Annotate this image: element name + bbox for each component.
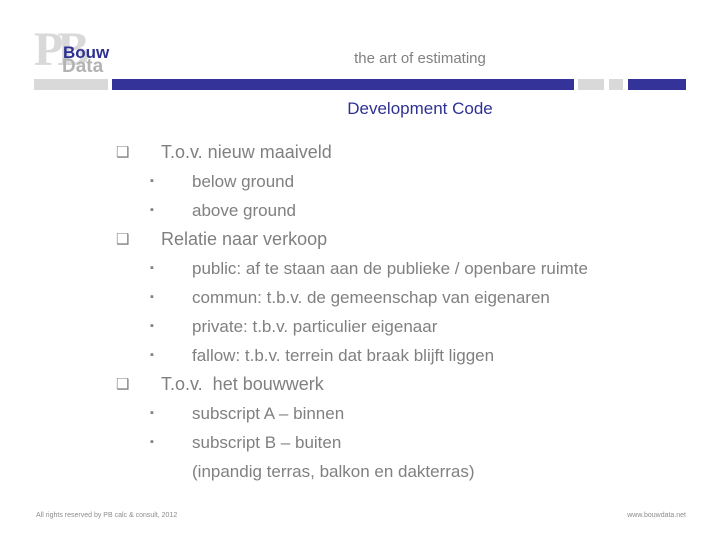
list-item-label: below ground: [192, 172, 295, 191]
list-item: ❑ T.o.v. nieuw maaiveld: [0, 138, 720, 167]
list-item: ▪ subscript A – binnen: [0, 399, 720, 428]
list-item: ▪ above ground: [0, 196, 720, 225]
list-item-label: private: t.b.v. particulier eigenaar: [192, 317, 438, 336]
square-hollow-bullet-icon: ❑: [116, 144, 130, 161]
list-item-label: above ground: [192, 201, 296, 220]
header-rule-segment-gray-a: [578, 79, 604, 90]
list-item: ▪ fallow: t.b.v. terrein dat braak blijft…: [0, 341, 720, 370]
list-item: ▪ commun: t.b.v. de gemeenschap van eigen…: [0, 283, 720, 312]
list-item: ▪ public: af te staan aan de publieke / o…: [0, 254, 720, 283]
square-hollow-bullet-icon: ❑: [116, 376, 130, 393]
square-filled-bullet-icon: ▪: [150, 320, 154, 332]
logo-text-data: Data: [62, 56, 104, 77]
list-item-label: (inpandig terras, balkon en dakterras): [192, 462, 475, 481]
slide-canvas: PB Bouw Data the art of estimating Devel…: [0, 0, 720, 540]
list-item-label: subscript B – buiten: [192, 433, 342, 452]
list-item-label: subscript A – binnen: [192, 404, 345, 423]
square-filled-bullet-icon: ▪: [150, 204, 154, 216]
square-filled-bullet-icon: ▪: [150, 262, 154, 274]
list-item: ▪ below ground: [0, 167, 720, 196]
square-filled-bullet-icon: ▪: [150, 291, 154, 303]
list-item: ▪ private: t.b.v. particulier eigenaar: [0, 312, 720, 341]
square-hollow-bullet-icon: ❑: [116, 231, 130, 248]
tagline: the art of estimating: [354, 50, 486, 67]
list-item-label: Relatie naar verkoop: [161, 229, 328, 249]
list-item-label: fallow: t.b.v. terrein dat braak blijft …: [192, 346, 495, 365]
footer-copyright: All rights reserved by PB calc & consult…: [36, 512, 178, 519]
list-item: ❑ Relatie naar verkoop: [0, 225, 720, 254]
list-item-label: commun: t.b.v. de gemeenschap van eigena…: [192, 288, 550, 307]
square-filled-bullet-icon: ▪: [150, 349, 154, 361]
page-title: Development Code: [347, 99, 493, 118]
list-item-label: T.o.v. het bouwwerk: [161, 374, 324, 394]
header-rule-segment-blue-end: [628, 79, 686, 90]
list-item-label: T.o.v. nieuw maaiveld: [161, 142, 332, 162]
list-item-label: public: af te staan aan de publieke / op…: [192, 259, 588, 278]
header-rule-segment-blue-main: [112, 79, 574, 90]
header-rule-segment-gray-left: [34, 79, 108, 90]
list-item: ❑ T.o.v. het bouwwerk: [0, 370, 720, 399]
list-item: (inpandig terras, balkon en dakterras): [0, 457, 720, 486]
bouwdata-logo: PB Bouw Data: [34, 26, 114, 80]
header-rule-segment-gray-b: [609, 79, 623, 90]
square-filled-bullet-icon: ▪: [150, 407, 154, 419]
list-item: ▪ subscript B – buiten: [0, 428, 720, 457]
square-filled-bullet-icon: ▪: [150, 175, 154, 187]
square-filled-bullet-icon: ▪: [150, 436, 154, 448]
bullet-list: ❑ T.o.v. nieuw maaiveld ▪ below ground ▪ abov…: [0, 138, 720, 486]
footer-website: www.bouwdata.net: [627, 512, 686, 519]
